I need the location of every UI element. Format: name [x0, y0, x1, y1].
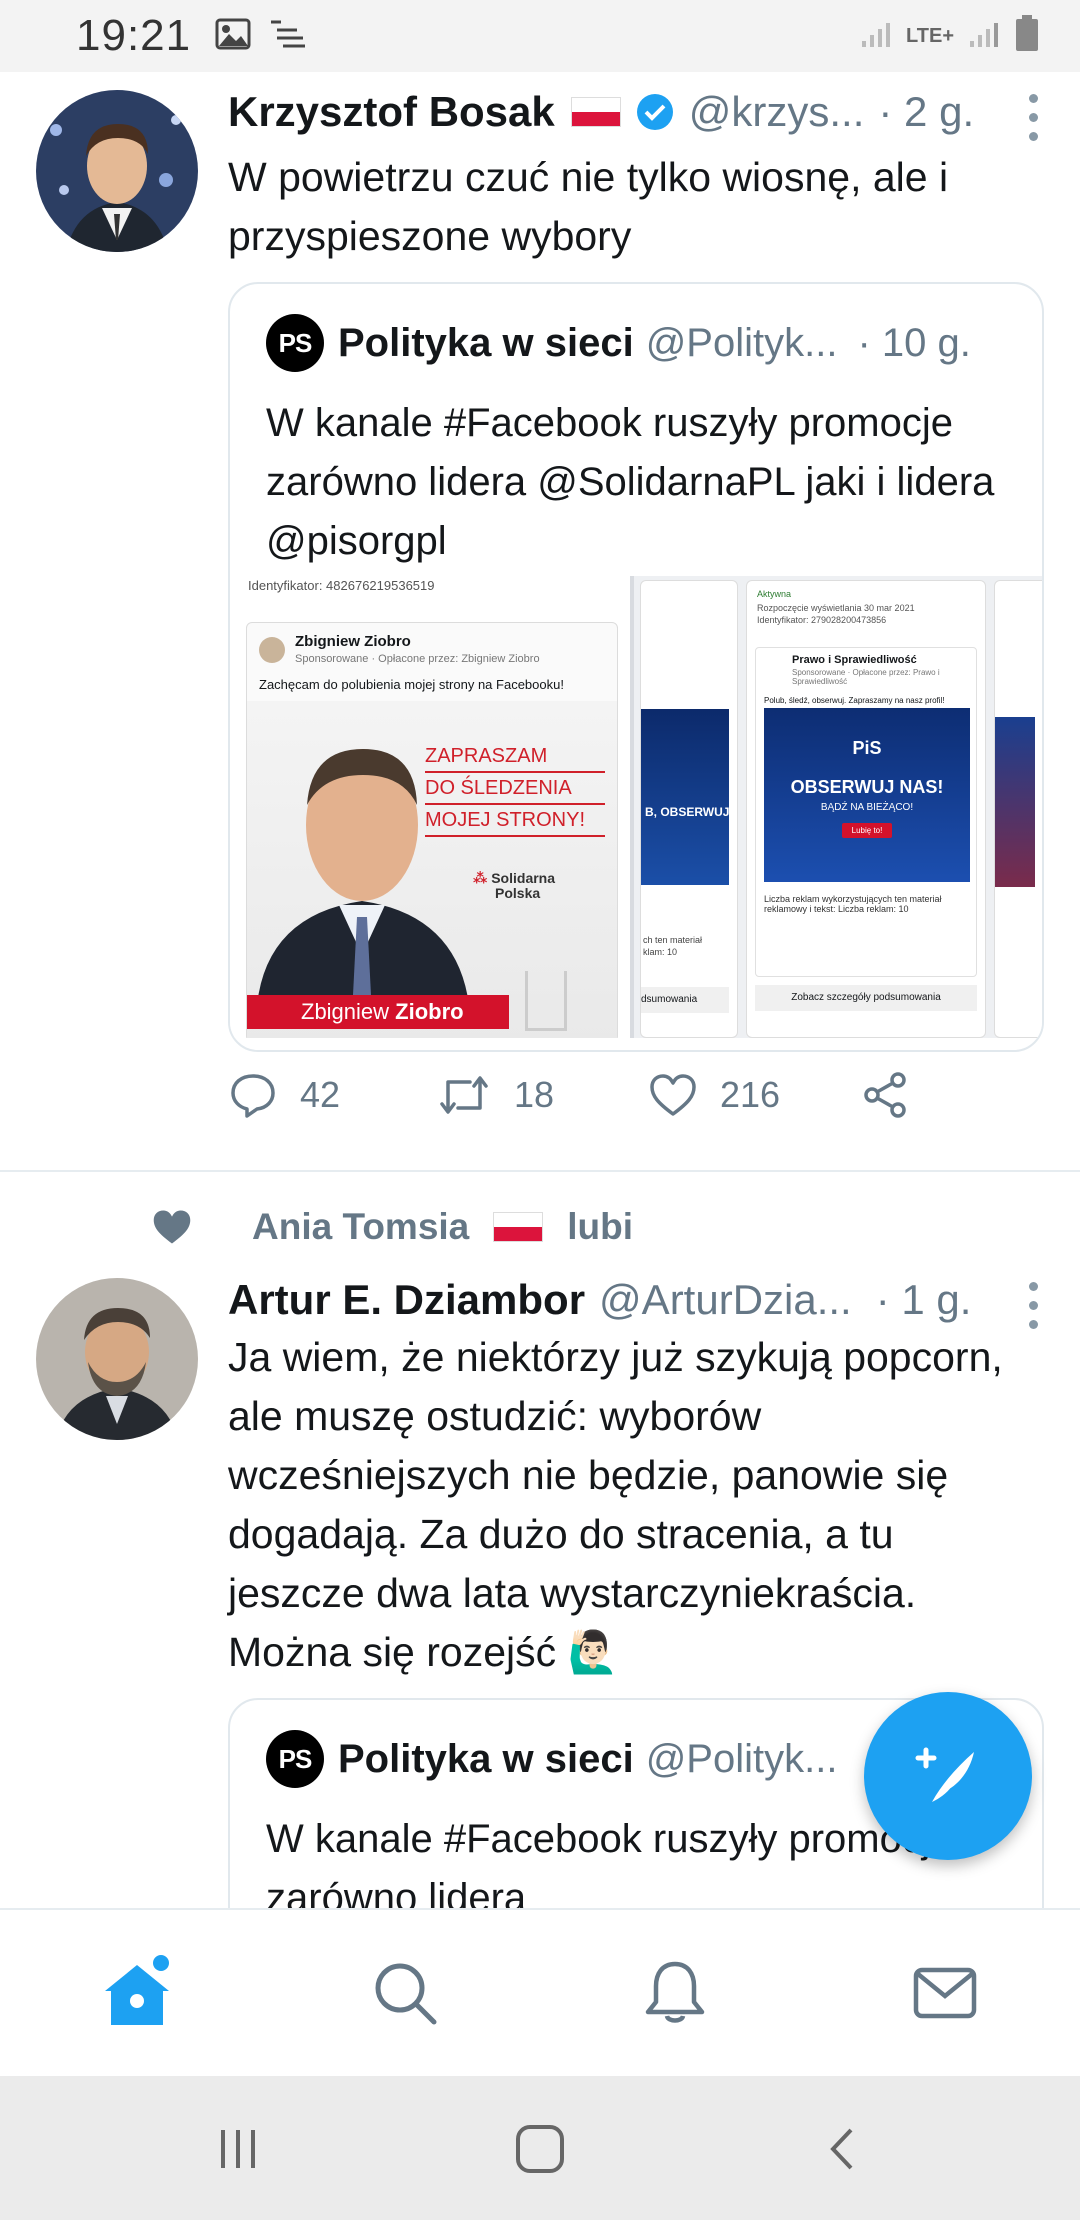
author-handle[interactable]: @ArturDzia... [599, 1276, 852, 1324]
avatar[interactable] [36, 1278, 198, 1440]
ad-preview-ziobro: Identyfikator: 482676219536519 Zbigniew … [230, 576, 634, 1038]
tweet-text: W powietrzu czuć nie tylko wiosnę, ale i… [228, 154, 949, 259]
quote-author-handle: @Polityk... [645, 1736, 838, 1781]
battery-icon [1014, 14, 1040, 58]
home-button-icon [516, 2125, 564, 2173]
heart-filled-icon [153, 1210, 191, 1244]
quote-author-name: Polityka w sieci [338, 320, 634, 365]
quote-media-image[interactable]: Identyfikator: 482676219536519 Zbigniew … [230, 576, 1042, 1038]
author-name[interactable]: Krzysztof Bosak [228, 88, 555, 136]
compose-feather-icon [915, 1747, 974, 1802]
search-icon [375, 1963, 437, 2025]
home-system-button[interactable] [500, 2114, 580, 2184]
mail-icon [913, 1967, 977, 2019]
reply-count: 42 [300, 1074, 341, 1115]
more-options-icon[interactable] [1028, 1282, 1038, 1329]
author-handle[interactable]: @krzys... [689, 88, 865, 136]
heart-icon [650, 1074, 696, 1116]
like-count: 216 [720, 1074, 781, 1115]
ad-id: Identyfikator: 482676219536519 [248, 578, 435, 593]
social-context: Ania Tomsia lubi [150, 1206, 633, 1248]
reply-icon [231, 1074, 275, 1118]
tweet-text: Ja wiem, że niektórzy już szykują popcor… [228, 1334, 1003, 1675]
recents-button[interactable] [198, 2114, 278, 2184]
system-navigation-bar [0, 2076, 1080, 2220]
gallery-icon [215, 18, 251, 55]
tweet-1[interactable]: Krzysztof Bosak @krzys... · 2 g. W powie… [0, 72, 1080, 1170]
party-logo: ⁂ Solidarna Polska [473, 870, 556, 901]
like-button[interactable]: 216 [648, 1072, 860, 1118]
pis-ad-image: PiS OBSERWUJ NAS! BĄDŹ NA BIEŻĄCO! Lubię… [764, 708, 970, 882]
status-time: 19:21 [76, 11, 192, 60]
ad-name-banner: Zbigniew Ziobro [247, 995, 509, 1029]
tweet-header: Krzysztof Bosak @krzys... · 2 g. [228, 88, 1040, 136]
tweet-actions: 42 18 216 [228, 1070, 1040, 1120]
network-type: LTE+ [906, 25, 954, 47]
signal-icon-2 [968, 19, 1000, 54]
ad-sponsored: Sponsorowane · Opłacone przez: Zbigniew … [295, 653, 540, 665]
retweet-count: 18 [514, 1074, 555, 1115]
quote-text: W kanale #Facebook ruszyły promocje zaró… [266, 401, 995, 563]
ad-preview-4 [994, 580, 1042, 1038]
ad-photo: ZAPRASZAM DO ŚLEDZENIA MOJEJ STRONY! ⁂ S… [247, 701, 617, 1038]
quoted-tweet[interactable]: PS Polityka w sieci @Polityk... · 10 g. … [228, 282, 1044, 1052]
notifications-tab[interactable] [630, 1948, 720, 2038]
ad-preview-pis: Aktywna Rozpoczęcie wyświetlania 30 mar … [746, 580, 986, 1038]
liked-by-name[interactable]: Ania Tomsia [252, 1206, 469, 1248]
status-bar: 19:21 LTE+ [0, 0, 1080, 72]
quote-header: PS Polityka w sieci @Polityk... [266, 1730, 837, 1788]
recents-icon [221, 2130, 255, 2168]
search-tab[interactable] [360, 1948, 450, 2038]
tweet-time: · 1 g. [875, 1276, 972, 1323]
share-button[interactable] [860, 1070, 910, 1120]
ad-page-name: Zbigniew Ziobro [295, 633, 411, 650]
quote-author-handle: @Polityk... [645, 320, 838, 365]
liked-suffix: lubi [567, 1206, 634, 1247]
quote-time: · 10 g. [857, 320, 971, 365]
tweet-time: · 2 g. [878, 88, 975, 135]
bottom-navigation [0, 1908, 1080, 2076]
ad2-image: B, OBSERWUJ [641, 709, 729, 885]
author-name[interactable]: Artur E. Dziambor [228, 1276, 585, 1324]
back-icon [830, 2128, 853, 2170]
retweet-icon [440, 1076, 488, 1114]
more-options-icon[interactable] [1028, 94, 1038, 141]
quote-author-name: Polityka w sieci [338, 1736, 634, 1781]
verified-badge-icon [635, 92, 675, 132]
notification-list-icon [269, 18, 309, 55]
reply-button[interactable]: 42 [228, 1070, 436, 1120]
signal-icon [860, 19, 892, 54]
quote-avatar: PS [266, 314, 324, 372]
avatar[interactable] [36, 90, 198, 252]
ad-preview-2: B, OBSERWUJ ch ten materiał klam: 10 dsu… [640, 580, 738, 1038]
messages-tab[interactable] [900, 1948, 990, 2038]
home-icon [105, 1955, 169, 2025]
home-tab[interactable] [92, 1948, 182, 2038]
down-arrow-shape [525, 971, 567, 1031]
poland-flag-icon [493, 1212, 544, 1242]
ad-avatar [259, 637, 285, 663]
ad-text: Zachęcam do polubienia mojej strony na F… [259, 677, 564, 692]
ad-banner: ZAPRASZAM DO ŚLEDZENIA MOJEJ STRONY! [425, 741, 605, 837]
bell-icon [645, 1961, 705, 2023]
poland-flag-icon [570, 97, 621, 127]
share-icon [864, 1072, 906, 1118]
back-button[interactable] [804, 2114, 884, 2184]
retweet-button[interactable]: 18 [436, 1070, 648, 1120]
tweet-header: Artur E. Dziambor @ArturDzia... · 1 g. [228, 1276, 1040, 1324]
quote-header: PS Polityka w sieci @Polityk... · 10 g. [266, 314, 971, 372]
quote-avatar: PS [266, 1730, 324, 1788]
compose-tweet-button[interactable] [864, 1692, 1032, 1860]
